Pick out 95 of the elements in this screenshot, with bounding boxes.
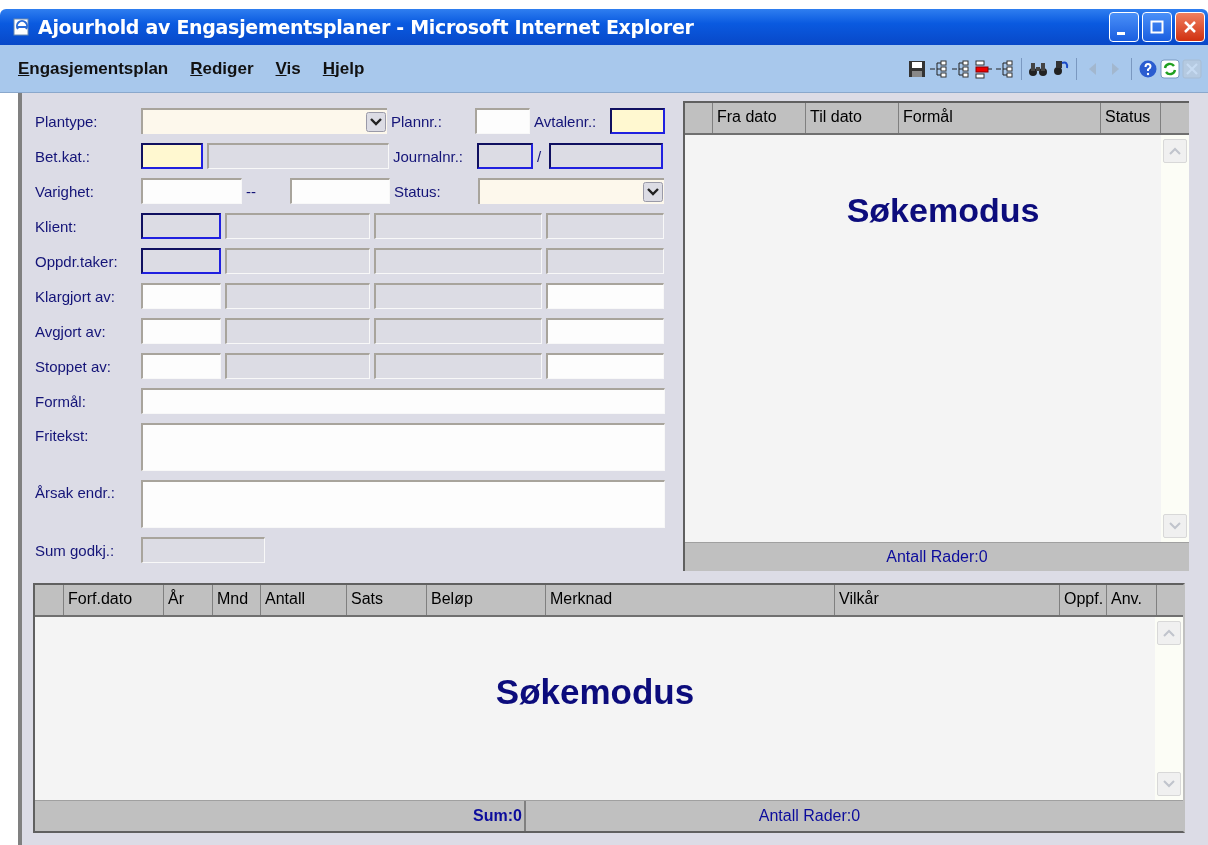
field-label: Varighet:: [35, 182, 95, 200]
close-icon: [1183, 20, 1197, 34]
field-label: Årsak endr.:: [35, 483, 117, 501]
dropdown[interactable]: [141, 108, 387, 134]
tree-icon[interactable]: [929, 58, 949, 79]
column-header[interactable]: Merknad: [546, 585, 835, 615]
field-label: Bet.kat.:: [35, 147, 92, 165]
search-mode-text: Søkemodus: [495, 672, 695, 712]
minimize-icon: [1117, 31, 1125, 35]
field-label: Status:: [394, 182, 442, 200]
input-field[interactable]: [225, 213, 370, 239]
field-label: /: [537, 147, 543, 165]
field-label: Sum godkj.:: [35, 541, 116, 559]
column-header[interactable]: Oppf.: [1060, 585, 1107, 615]
tree-icon[interactable]: [973, 58, 993, 79]
text-area[interactable]: [141, 423, 665, 471]
sum-total: Sum:0: [473, 807, 522, 825]
input-field[interactable]: [141, 537, 265, 563]
column-header[interactable]: Anv.: [1107, 585, 1157, 615]
close-button[interactable]: [1175, 12, 1205, 42]
column-header[interactable]: År: [164, 585, 213, 615]
field-label: Klient:: [35, 217, 78, 235]
input-field[interactable]: [225, 248, 370, 274]
menu-item[interactable]: Vis: [275, 58, 301, 79]
input-field[interactable]: [141, 318, 221, 344]
input-field[interactable]: [141, 283, 221, 309]
input-field[interactable]: [610, 108, 665, 134]
input-field[interactable]: [225, 318, 370, 344]
tree-icon[interactable]: [951, 58, 971, 79]
column-header[interactable]: Sats: [347, 585, 427, 615]
column-header[interactable]: Formål: [899, 103, 1101, 133]
input-field[interactable]: [374, 248, 542, 274]
column-header[interactable]: Mnd: [213, 585, 261, 615]
input-field[interactable]: [141, 353, 221, 379]
column-header[interactable]: Til dato: [806, 103, 899, 133]
dropdown[interactable]: [478, 178, 664, 204]
input-field[interactable]: [374, 353, 542, 379]
field-label: Oppdr.taker:: [35, 252, 119, 270]
search-mode-text: Søkemodus: [845, 191, 1040, 230]
menu-item[interactable]: Rediger: [190, 58, 254, 79]
help-icon[interactable]: [1138, 58, 1158, 79]
column-header[interactable]: Vilkår: [835, 585, 1060, 615]
input-field[interactable]: [374, 283, 542, 309]
tree-icon[interactable]: [995, 58, 1015, 79]
row-count: Antall Rader:0: [758, 807, 861, 825]
input-field[interactable]: [141, 388, 665, 414]
input-field[interactable]: [225, 353, 370, 379]
field-label: Plannr.:: [391, 112, 443, 130]
minimize-button[interactable]: [1109, 12, 1139, 42]
refresh-icon[interactable]: [1160, 58, 1180, 79]
input-field[interactable]: [546, 318, 664, 344]
input-field[interactable]: [374, 213, 542, 239]
field-label: Formål:: [35, 392, 87, 410]
column-header[interactable]: Antall: [261, 585, 347, 615]
field-label: --: [246, 182, 257, 200]
input-field[interactable]: [374, 318, 542, 344]
input-field[interactable]: [475, 108, 530, 134]
scroll-up-icon[interactable]: [1163, 139, 1187, 163]
field-label: Journalnr.:: [393, 147, 465, 165]
scroll-up-icon[interactable]: [1157, 621, 1181, 645]
browser-page-icon: [12, 17, 32, 37]
input-field[interactable]: [141, 248, 221, 274]
field-label: Avtalenr.:: [534, 112, 598, 130]
input-field[interactable]: [141, 143, 203, 169]
input-field[interactable]: [225, 283, 370, 309]
input-field[interactable]: [546, 283, 664, 309]
input-field[interactable]: [141, 178, 242, 204]
input-field[interactable]: [546, 213, 664, 239]
input-field[interactable]: [546, 248, 664, 274]
field-label: Fritekst:: [35, 426, 90, 444]
window-title: Ajourhold av Engasjementsplaner - Microsoft Internet Explorer: [38, 16, 694, 38]
input-field[interactable]: [290, 178, 390, 204]
scroll-down-icon[interactable]: [1157, 772, 1181, 796]
field-label: Stoppet av:: [35, 357, 112, 375]
column-header[interactable]: Status: [1101, 103, 1161, 133]
maximize-button[interactable]: [1142, 12, 1172, 42]
column-header[interactable]: Forf.dato: [64, 585, 164, 615]
column-header[interactable]: Fra dato: [713, 103, 806, 133]
field-label: Avgjort av:: [35, 322, 107, 340]
menu-item[interactable]: Engasjementsplan: [18, 58, 169, 79]
input-field[interactable]: [477, 143, 533, 169]
field-label: Klargjort av:: [35, 287, 117, 305]
maximize-icon: [1150, 20, 1164, 34]
input-field[interactable]: [207, 143, 389, 169]
row-count: Antall Rader:0: [886, 548, 988, 566]
input-field[interactable]: [549, 143, 663, 169]
scrollbar[interactable]: [1155, 617, 1183, 800]
scrollbar[interactable]: [1161, 135, 1189, 542]
column-header[interactable]: Beløp: [427, 585, 546, 615]
menu-item[interactable]: Hjelp: [322, 58, 365, 79]
scroll-down-icon[interactable]: [1163, 514, 1187, 538]
input-field[interactable]: [546, 353, 664, 379]
input-field[interactable]: [141, 213, 221, 239]
text-area[interactable]: [141, 480, 665, 528]
field-label: Plantype:: [35, 112, 99, 130]
